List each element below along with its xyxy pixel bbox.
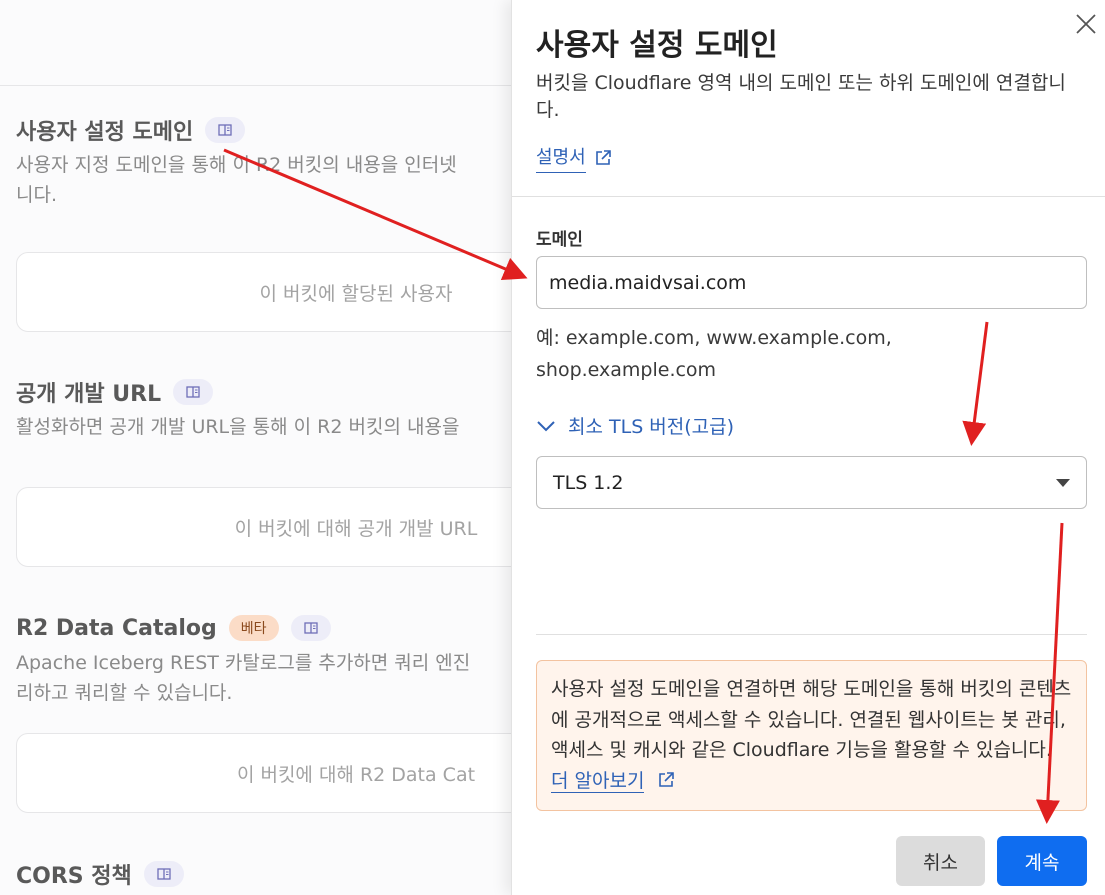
- section-cors-policy: CORS 정책: [16, 858, 576, 890]
- tls-version-select[interactable]: TLS 1.2: [536, 456, 1087, 509]
- domain-hint: 예: example.com, www.example.com, shop.ex…: [536, 327, 892, 381]
- learn-more-link[interactable]: 더 알아보기: [551, 769, 645, 793]
- docs-link-label: 설명서: [536, 143, 586, 173]
- tls-toggle-label: 최소 TLS 버전(고급): [568, 416, 735, 438]
- book-icon[interactable]: [143, 861, 184, 887]
- book-icon[interactable]: [290, 615, 331, 641]
- tls-select-value: TLS 1.2: [553, 471, 624, 494]
- info-notice: 사용자 설정 도메인을 연결하면 해당 도메인을 통해 버킷의 콘텐츠에 공개적…: [536, 660, 1087, 811]
- domain-input[interactable]: [536, 256, 1087, 309]
- docs-link[interactable]: 설명서: [536, 143, 612, 173]
- section-description: 사용자 지정 도메인을 통해 이 R2 버킷의 내용을 인터넷 니다.: [16, 154, 457, 206]
- public-dev-url-card: 이 버킷에 대해 공개 개발 URL: [16, 487, 576, 567]
- chevron-down-icon: [537, 420, 555, 431]
- section-title: R2 Data Catalog: [16, 615, 217, 641]
- custom-domain-empty-card: 이 버킷에 할당된 사용자: [16, 252, 576, 332]
- caret-down-icon: [1056, 479, 1070, 487]
- cancel-button[interactable]: 취소: [896, 836, 985, 886]
- custom-domain-panel: 사용자 설정 도메인 버킷을 Cloudflare 영역 내의 도메인 또는 하…: [511, 0, 1105, 895]
- book-icon[interactable]: [173, 379, 214, 405]
- book-icon[interactable]: [205, 117, 246, 143]
- section-title: 공개 개발 URL: [16, 382, 162, 407]
- section-title: CORS 정책: [16, 864, 132, 889]
- section-public-dev-url: 공개 개발 URL 활성화하면 공개 개발 URL을 통해 이 R2 버킷의 내…: [16, 376, 576, 442]
- section-description: 활성화하면 공개 개발 URL을 통해 이 R2 버킷의 내용을: [16, 416, 460, 438]
- beta-badge: 베타: [228, 615, 279, 641]
- continue-button[interactable]: 계속: [997, 836, 1087, 886]
- external-link-icon: [595, 150, 611, 165]
- divider: [512, 196, 1105, 197]
- section-custom-domain: 사용자 설정 도메인 사용자 지정 도메인을 통해 이 R2 버킷의 내용을 인…: [16, 114, 576, 210]
- notice-text: 사용자 설정 도메인을 연결하면 해당 도메인을 통해 버킷의 콘텐츠에 공개적…: [551, 678, 1072, 761]
- panel-description: 버킷을 Cloudflare 영역 내의 도메인 또는 하위 도메인에 연결합니…: [536, 72, 1066, 121]
- tls-advanced-toggle[interactable]: 최소 TLS 버전(고급): [536, 412, 734, 439]
- section-r2-data-catalog: R2 Data Catalog 베타 Apache Iceberg REST 카…: [16, 612, 576, 708]
- section-description: Apache Iceberg REST 카탈로그를 추가하면 쿼리 엔진 리하고…: [16, 652, 471, 704]
- panel-title: 사용자 설정 도메인: [536, 28, 778, 63]
- domain-label: 도메인: [536, 230, 583, 250]
- divider: [536, 634, 1087, 635]
- close-icon[interactable]: [1074, 12, 1098, 36]
- section-title: 사용자 설정 도메인: [16, 120, 194, 145]
- r2-data-catalog-card: 이 버킷에 대해 R2 Data Cat: [16, 733, 576, 813]
- external-link-icon: [658, 771, 674, 787]
